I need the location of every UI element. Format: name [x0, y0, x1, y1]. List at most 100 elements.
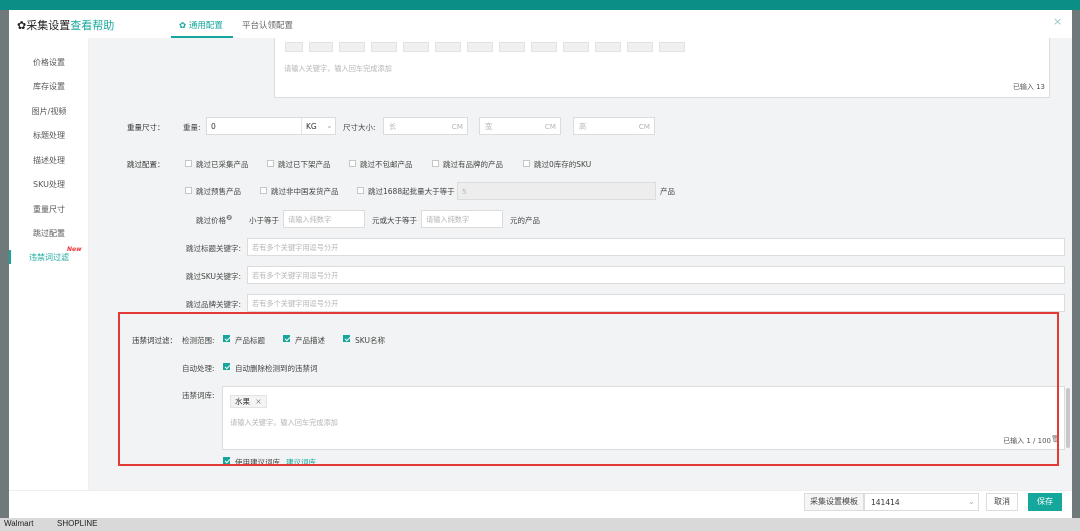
width-placeholder: 宽 [485, 122, 493, 131]
skip-zero-stock-label: 跳过0库存的SKU [534, 160, 592, 169]
template-value: 141414 [871, 498, 900, 507]
moq-suffix: 产品 [660, 187, 675, 196]
sidebar-item-skip[interactable]: 跳过配置 [9, 228, 89, 239]
price-less-label: 小于等于 [249, 216, 279, 225]
price-mid-label: 元或大于等于 [372, 216, 417, 225]
size-label: 尺寸大小: [343, 123, 376, 132]
skip-config-label: 跳过配置： [127, 160, 165, 169]
keyword-chip [531, 42, 557, 52]
keyword-chip [285, 42, 303, 52]
price-max-placeholder: 请输入纯数字 [426, 215, 470, 224]
weight-unit-divider [301, 118, 302, 134]
background-tab-shopline[interactable]: SHOPLINE [57, 519, 97, 528]
height-input[interactable]: 高 CM [573, 117, 655, 135]
skip-moq-checkbox[interactable] [357, 187, 364, 194]
settings-sidebar: 价格设置 库存设置 图片/视频 标题处理 描述处理 SKU处理 重量尺寸 跳过配… [9, 38, 89, 490]
dialog-title-text: ✿采集设置 [17, 19, 71, 32]
sidebar-item-weight-size[interactable]: 重量尺寸 [9, 204, 89, 215]
keyword-input-placeholder[interactable]: 请输入关键字，输入回车完成添加 [284, 64, 392, 74]
sidebar-item-title[interactable]: 标题处理 [9, 130, 89, 141]
skip-non-china-checkbox[interactable] [260, 187, 267, 194]
width-unit: CM [544, 122, 556, 131]
weight-input[interactable]: 0 KG ⌄ [206, 117, 336, 135]
background-tab-bar [0, 518, 1080, 531]
sidebar-item-sku[interactable]: SKU处理 [9, 179, 89, 190]
keyword-chip [595, 42, 621, 52]
skip-branded-label: 跳过有品牌的产品 [443, 160, 503, 169]
keyword-count: 已输入 13 [1012, 83, 1045, 91]
help-link[interactable]: 查看帮助 [70, 19, 114, 32]
skip-branded-checkbox[interactable] [432, 160, 439, 167]
skip-price-label: 跳过价格 [196, 216, 226, 225]
skip-delisted-label: 跳过已下架产品 [278, 160, 331, 169]
skip-title-keyword-placeholder: 若有多个关键字用逗号分开 [252, 243, 339, 252]
skip-zero-stock-checkbox[interactable] [523, 160, 530, 167]
dialog-header: ✿采集设置查看帮助 ✿ 通用配置 平台认领配置 × [9, 10, 1072, 38]
chevron-down-icon[interactable]: ⌄ [968, 497, 975, 506]
weight-value: 0 [211, 122, 216, 131]
content-scrollbar[interactable] [1066, 388, 1070, 448]
save-button[interactable]: 保存 [1028, 493, 1062, 511]
app-top-bar [0, 0, 1080, 10]
price-max-input[interactable]: 请输入纯数字 [421, 210, 503, 228]
skip-brand-keyword-placeholder: 若有多个关键字用逗号分开 [252, 299, 339, 308]
keyword-chip [309, 42, 333, 52]
keyword-chip [627, 42, 653, 52]
price-min-input[interactable]: 请输入纯数字 [283, 210, 365, 228]
chevron-down-icon[interactable]: ⌄ [326, 121, 333, 130]
height-unit: CM [638, 122, 650, 131]
brand-keyword-label: 跳过品牌关键字: [186, 300, 242, 309]
background-tab-walmart[interactable]: Walmart [4, 519, 33, 528]
price-suffix: 元的产品 [510, 216, 540, 225]
weight-label: 重量: [183, 123, 201, 132]
close-icon[interactable]: × [1053, 15, 1062, 28]
dialog-title: ✿采集设置查看帮助 [17, 17, 114, 33]
tab-platform-claim-config[interactable]: 平台认领配置 [242, 19, 293, 31]
length-input[interactable]: 长 CM [383, 117, 468, 135]
width-input[interactable]: 宽 CM [479, 117, 561, 135]
weight-unit[interactable]: KG [306, 122, 317, 131]
question-icon[interactable]: ❷ [226, 214, 232, 222]
sidebar-item-forbidden-words[interactable]: 违禁词过滤 [9, 252, 89, 263]
sidebar-item-description[interactable]: 描述处理 [9, 155, 89, 166]
skip-non-china-label: 跳过非中国发货产品 [271, 187, 339, 196]
cancel-button[interactable]: 取消 [986, 493, 1018, 511]
sidebar-item-price[interactable]: 价格设置 [9, 57, 89, 68]
length-unit: CM [451, 122, 463, 131]
skip-delisted-checkbox[interactable] [267, 160, 274, 167]
title-keyword-box[interactable]: 请输入关键字，输入回车完成添加 已输入 13 [274, 38, 1050, 98]
backdrop-right [1072, 10, 1080, 521]
template-label: 采集设置模板 [804, 493, 864, 511]
sidebar-item-media[interactable]: 图片/视频 [9, 106, 89, 117]
skip-no-free-shipping-checkbox[interactable] [349, 160, 356, 167]
length-placeholder: 长 [389, 122, 397, 131]
template-select[interactable]: 141414 ⌄ [864, 493, 979, 511]
skip-brand-keyword-input[interactable]: 若有多个关键字用逗号分开 [247, 294, 1065, 312]
dialog-footer: 采集设置模板 141414 ⌄ 取消 保存 [9, 490, 1072, 518]
keyword-chip [563, 42, 589, 52]
skip-presale-checkbox[interactable] [185, 187, 192, 194]
new-badge: New [67, 246, 82, 253]
moq-value: 5 [462, 187, 467, 196]
skip-collected-checkbox[interactable] [185, 160, 192, 167]
skip-sku-keyword-input[interactable]: 若有多个关键字用逗号分开 [247, 266, 1065, 284]
sku-keyword-label: 跳过SKU关键字: [186, 272, 241, 281]
collection-settings-dialog: ✿采集设置查看帮助 ✿ 通用配置 平台认领配置 × 价格设置 库存设置 图片/视… [9, 10, 1072, 518]
keyword-chip [467, 42, 493, 52]
skip-moq-label: 跳过1688起批量大于等于 [368, 187, 455, 196]
skip-title-keyword-input[interactable]: 若有多个关键字用逗号分开 [247, 238, 1065, 256]
keyword-chip [499, 42, 525, 52]
skip-no-free-shipping-label: 跳过不包邮产品 [360, 160, 413, 169]
keyword-chip [659, 42, 685, 52]
keyword-chip [339, 42, 365, 52]
skip-presale-label: 跳过预售产品 [196, 187, 241, 196]
backdrop-left [0, 10, 9, 521]
skip-collected-label: 跳过已采集产品 [196, 160, 249, 169]
highlight-frame [118, 312, 1059, 466]
tab-general-config[interactable]: ✿ 通用配置 [179, 19, 223, 31]
keyword-chip [403, 42, 429, 52]
moq-input[interactable]: 5 [457, 182, 656, 200]
title-keyword-label: 跳过标题关键字: [186, 244, 242, 253]
skip-sku-keyword-placeholder: 若有多个关键字用逗号分开 [252, 271, 339, 280]
sidebar-item-stock[interactable]: 库存设置 [9, 81, 89, 92]
